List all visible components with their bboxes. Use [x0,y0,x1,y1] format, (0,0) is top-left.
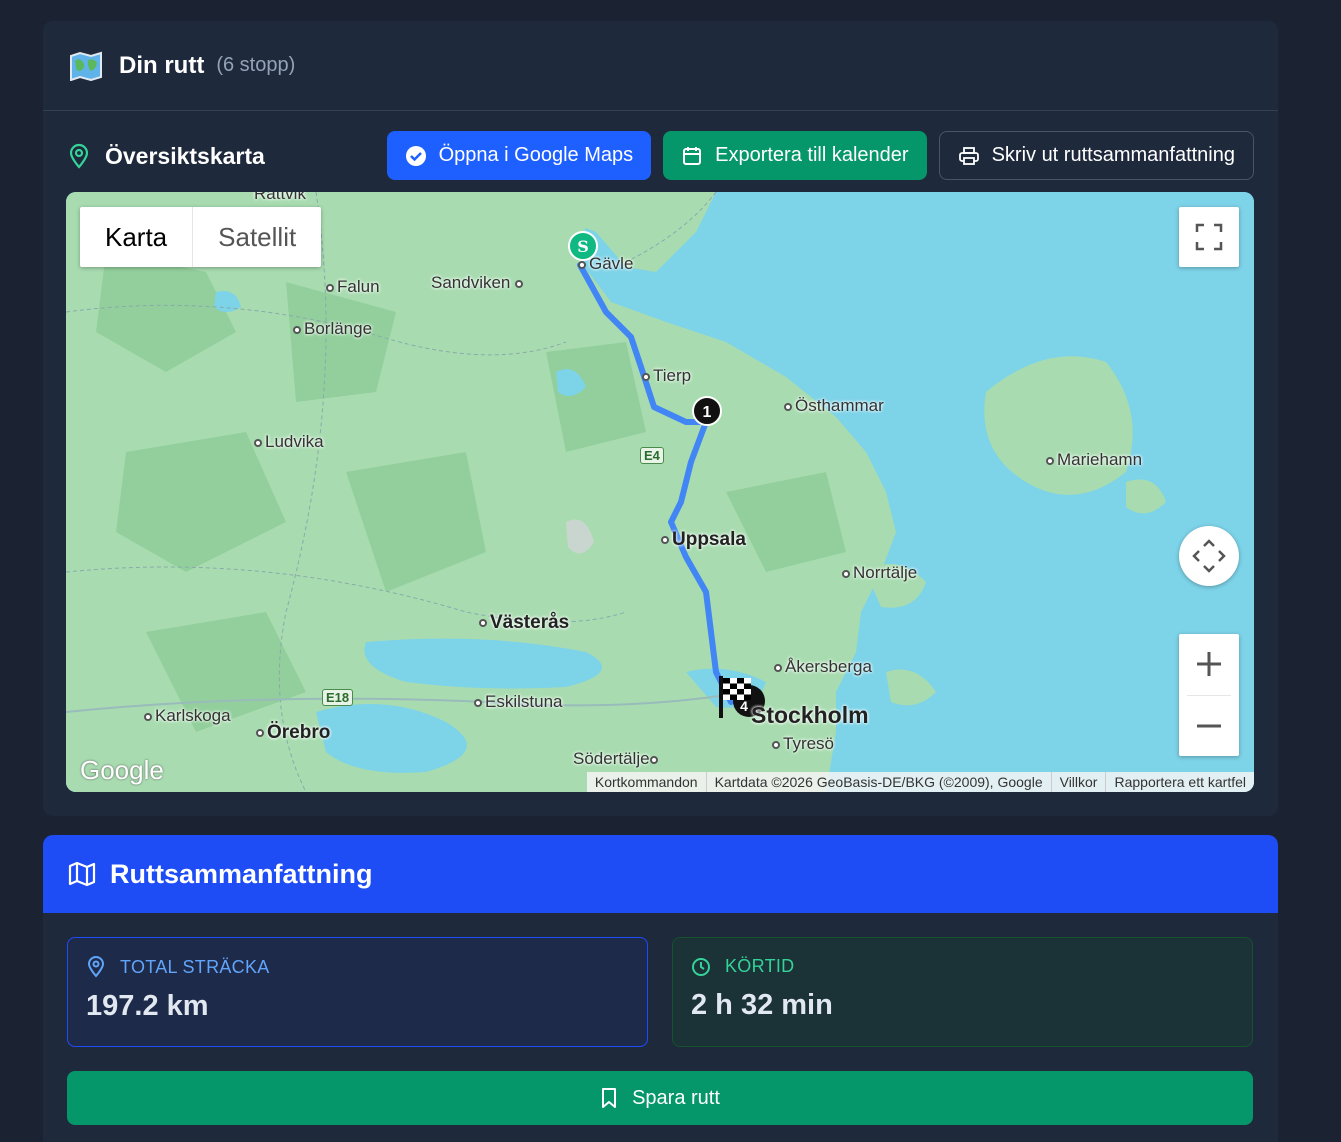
printer-icon [958,146,979,165]
plus-icon [1197,652,1221,677]
minus-icon [1197,724,1221,728]
zoom-out-button[interactable] [1179,695,1239,756]
map-type-satellite-button[interactable]: Satellit [193,207,321,267]
place-falun: Falun [326,277,380,297]
bookmark-icon [602,1088,617,1108]
pan-control-button[interactable] [1179,526,1239,586]
drive-time-card: KÖRTID 2 h 32 min [672,937,1253,1047]
route-header: Din rutt (6 stopp) [43,21,1278,111]
place-rattvik: Rättvik [254,192,306,203]
place-orebro: Örebro [256,722,330,744]
map-data-text: Kartdata ©2026 GeoBasis-DE/BKG (©2009), … [705,772,1051,792]
place-tyreso: Tyresö [772,734,834,754]
time-label: KÖRTID [725,956,795,976]
distance-value: 197.2 km [86,990,209,1022]
end-marker: 4 [740,698,748,714]
calendar-icon [683,146,702,165]
place-sodertalje: Södertälje [573,749,661,769]
stop-count: (6 stopp) [216,54,296,76]
overview-heading: Översiktskarta [67,143,265,170]
map-canvas[interactable]: S 1 4 [66,192,1254,792]
route-map[interactable]: S 1 4 Rättvik Gävle Falun Sandviken Borl… [66,192,1254,792]
map-pin-icon [87,956,105,978]
export-calendar-button[interactable]: Exportera till kalender [663,131,927,180]
zoom-control [1179,634,1239,756]
zoom-in-button[interactable] [1179,634,1239,695]
save-route-button[interactable]: Spara rutt [67,1071,1253,1125]
pan-arrows-icon [1192,539,1226,573]
folded-map-icon [68,861,96,887]
place-borlange: Borlänge [293,319,372,339]
print-summary-button[interactable]: Skriv ut ruttsammanfattning [938,131,1254,180]
place-uppsala: Uppsala [661,529,746,551]
place-akersberga: Åkersberga [774,657,872,677]
place-tierp: Tierp [642,366,691,386]
map-type-control: Karta Satellit [80,207,322,267]
terms-link[interactable]: Villkor [1050,772,1106,792]
fullscreen-icon [1195,223,1223,251]
overview-title: Översiktskarta [105,142,265,169]
map-attribution: Kortkommandon Kartdata ©2026 GeoBasis-DE… [586,772,1254,792]
place-mariehamn: Mariehamn [1046,450,1142,470]
report-error-link[interactable]: Rapportera ett kartfel [1105,772,1254,792]
place-ludvika: Ludvika [254,432,324,452]
fullscreen-button[interactable] [1179,207,1239,267]
time-value: 2 h 32 min [691,989,833,1021]
route-summary-card: Ruttsammanfattning TOTAL STRÄCKA 197.2 k… [43,835,1278,1142]
place-sandviken: Sandviken [431,273,526,293]
place-vasteras: Västerås [479,612,569,634]
place-osthammar: Östhammar [784,396,884,416]
check-circle-icon [405,145,426,166]
world-map-icon [70,51,102,81]
road-e4: E4 [640,447,664,464]
place-stockholm: Stockholm [751,702,869,728]
keyboard-shortcuts-link[interactable]: Kortkommandon [587,772,706,792]
distance-label: TOTAL STRÄCKA [120,956,270,977]
route-title: Din rutt [119,51,205,79]
clock-icon [692,957,710,976]
road-e18: E18 [322,689,354,706]
total-distance-card: TOTAL STRÄCKA 197.2 km [67,937,648,1047]
summary-header: Ruttsammanfattning [43,835,1278,913]
route-card: Din rutt (6 stopp) Översiktskarta Öppna … [43,21,1278,816]
map-type-map-button[interactable]: Karta [80,207,194,267]
place-karlskoga: Karlskoga [144,706,231,726]
place-eskilstuna: Eskilstuna [474,692,562,712]
overview-toolbar: Översiktskarta Öppna i Google Maps Expor… [67,131,1254,181]
map-pin-icon [69,143,89,169]
finish-flag-icon [723,678,751,700]
summary-title: Ruttsammanfattning [110,858,373,889]
google-logo: Google [80,755,164,785]
stop-marker: 1 [703,404,712,421]
place-gavle: Gävle [578,254,633,274]
open-google-maps-button[interactable]: Öppna i Google Maps [386,131,652,180]
place-norrtalje: Norrtälje [842,563,917,583]
